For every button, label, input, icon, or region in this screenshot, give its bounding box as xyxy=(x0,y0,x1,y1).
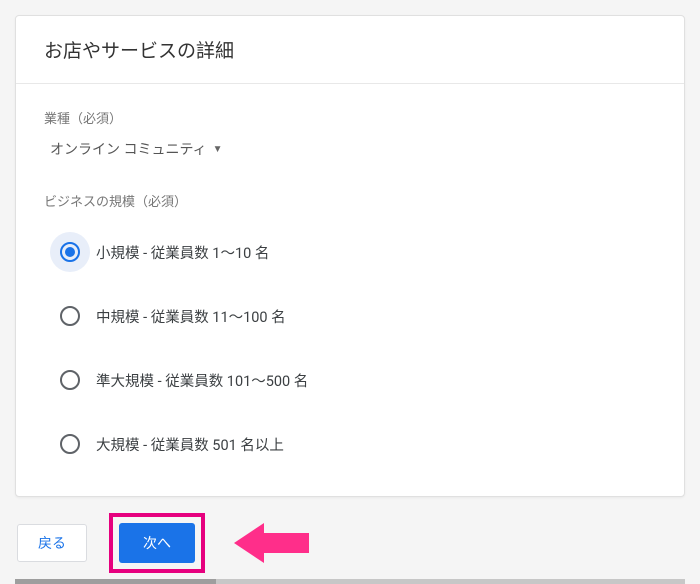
next-button[interactable]: 次へ xyxy=(119,523,195,563)
radio-large[interactable]: 大規模 - 従業員数 501 名以上 xyxy=(44,414,656,474)
radio-icon xyxy=(50,360,90,400)
business-size-label: ビジネスの規模（必須） xyxy=(44,191,656,210)
business-size-radio-group: 小規模 - 従業員数 1～10 名 中規模 - 従業員数 11～100 名 準大… xyxy=(44,222,656,474)
radio-label: 準大規模 - 従業員数 101～500 名 xyxy=(96,370,308,391)
radio-label: 大規模 - 従業員数 501 名以上 xyxy=(96,434,284,455)
radio-medium[interactable]: 中規模 - 従業員数 11～100 名 xyxy=(44,286,656,346)
arrow-left-icon xyxy=(229,513,319,573)
radio-semi-large[interactable]: 準大規模 - 従業員数 101～500 名 xyxy=(44,350,656,410)
progress-bar xyxy=(15,579,685,584)
card-body: 業種（必須） オンライン コミュニティ ▼ ビジネスの規模（必須） 小規模 - … xyxy=(16,84,684,496)
footer: 戻る 次へ xyxy=(15,497,685,573)
industry-section: 業種（必須） オンライン コミュニティ ▼ xyxy=(44,108,656,163)
card-title: お店やサービスの詳細 xyxy=(16,16,684,84)
chevron-down-icon: ▼ xyxy=(213,144,223,155)
radio-icon xyxy=(50,232,90,272)
radio-label: 小規模 - 従業員数 1～10 名 xyxy=(96,242,269,263)
business-size-section: ビジネスの規模（必須） 小規模 - 従業員数 1～10 名 中規模 - 従業員数… xyxy=(44,191,656,474)
radio-small[interactable]: 小規模 - 従業員数 1～10 名 xyxy=(44,222,656,282)
next-button-highlight: 次へ xyxy=(109,513,205,573)
radio-icon xyxy=(50,296,90,336)
industry-label: 業種（必須） xyxy=(44,108,656,127)
industry-dropdown[interactable]: オンライン コミュニティ ▼ xyxy=(50,135,223,163)
industry-value: オンライン コミュニティ xyxy=(50,139,207,159)
radio-icon xyxy=(50,424,90,464)
radio-label: 中規模 - 従業員数 11～100 名 xyxy=(96,306,286,327)
back-button[interactable]: 戻る xyxy=(17,524,87,562)
details-card: お店やサービスの詳細 業種（必須） オンライン コミュニティ ▼ ビジネスの規模… xyxy=(15,15,685,497)
